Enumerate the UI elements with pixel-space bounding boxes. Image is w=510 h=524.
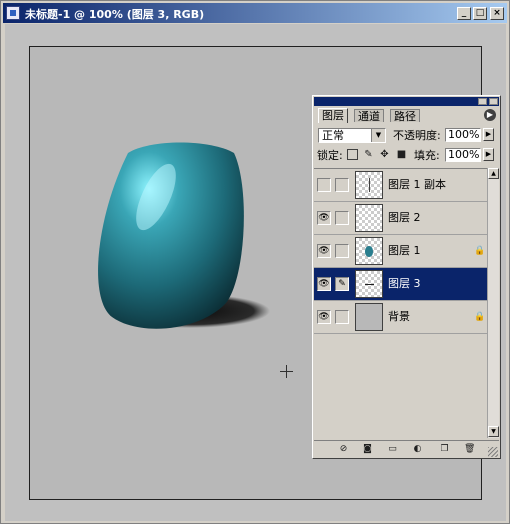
layers-panel: 图层 通道 路径 ▶ 正常 ▼ 不透明度: 100% ▶ 锁定: ✎ ✥ ■ 填… xyxy=(312,95,501,459)
lock-fill-row: 锁定: ✎ ✥ ■ 填充: 100% ▶ xyxy=(314,146,499,165)
new-layer-icon[interactable]: ❐ xyxy=(439,444,450,455)
close-button[interactable]: × xyxy=(490,7,504,20)
blend-opacity-row: 正常 ▼ 不透明度: 100% ▶ xyxy=(314,126,499,145)
opacity-label: 不透明度: xyxy=(393,129,441,142)
mask-icon[interactable]: ◙ xyxy=(362,444,373,455)
eye-icon[interactable]: 👁 xyxy=(317,277,331,291)
window-titlebar[interactable]: 未标题-1 @ 100% (图层 3, RGB) _ □ × xyxy=(3,3,507,23)
lock-label: 锁定: xyxy=(317,149,343,162)
layer-style-icon[interactable]: ⊘ xyxy=(338,444,349,455)
lock-all-icon[interactable]: ■ xyxy=(396,149,407,160)
layer-row[interactable]: 👁 图层 2 xyxy=(314,202,487,235)
layer-row[interactable]: 👁 ✎ 图层 3 xyxy=(314,268,487,301)
panel-bottom-bar: ⊘ ◙ ▭ ◐ ❐ 🗑 xyxy=(314,440,499,458)
link-toggle[interactable] xyxy=(335,310,349,324)
adjustment-layer-icon[interactable]: ◐ xyxy=(412,444,423,455)
link-toggle[interactable] xyxy=(335,211,349,225)
folder-icon[interactable]: ▭ xyxy=(387,444,398,455)
document-icon xyxy=(6,6,20,20)
lock-icon: 🔒 xyxy=(474,246,486,256)
trash-icon[interactable]: 🗑 xyxy=(464,444,475,455)
lock-transparency-icon[interactable] xyxy=(347,149,358,160)
lock-icon: 🔒 xyxy=(474,312,486,322)
layer-row[interactable]: 👁 背景 🔒 xyxy=(314,301,487,334)
panel-tabs: 图层 通道 路径 ▶ xyxy=(314,107,499,123)
document-window: 未标题-1 @ 100% (图层 3, RGB) _ □ × 图层 通道 路径 … xyxy=(0,0,510,524)
scroll-down-arrow[interactable]: ▼ xyxy=(488,426,499,437)
layer-thumbnail xyxy=(355,270,383,298)
minimize-button[interactable]: _ xyxy=(457,7,471,20)
lock-brush-icon[interactable]: ✎ xyxy=(363,149,374,160)
panel-menu-icon[interactable]: ▶ xyxy=(484,109,496,121)
layer-thumbnail xyxy=(355,237,383,265)
eye-icon[interactable]: 👁 xyxy=(317,310,331,324)
panel-close-button[interactable] xyxy=(489,98,498,105)
layer-thumbnail xyxy=(355,303,383,331)
layer-name: 背景 xyxy=(388,310,410,323)
layer-row[interactable]: 图层 1 副本 xyxy=(314,169,487,202)
link-toggle[interactable] xyxy=(335,178,349,192)
window-title: 未标题-1 @ 100% (图层 3, RGB) xyxy=(25,8,205,21)
crosshair-cursor xyxy=(280,365,293,378)
layer-name: 图层 2 xyxy=(388,211,421,224)
layer-thumbnail xyxy=(355,204,383,232)
blend-mode-value: 正常 xyxy=(322,129,344,142)
layer-thumbnail xyxy=(355,171,383,199)
brush-icon[interactable]: ✎ xyxy=(335,277,349,291)
fill-slider-button[interactable]: ▶ xyxy=(483,148,494,161)
link-toggle[interactable] xyxy=(335,244,349,258)
visibility-toggle[interactable] xyxy=(317,178,331,192)
maximize-button[interactable]: □ xyxy=(473,7,487,20)
layer-row[interactable]: 👁 图层 1 🔒 xyxy=(314,235,487,268)
tab-layers[interactable]: 图层 xyxy=(318,108,348,123)
panel-titlebar[interactable] xyxy=(314,97,499,106)
scroll-up-arrow[interactable]: ▲ xyxy=(488,168,499,179)
tab-paths[interactable]: 路径 xyxy=(390,109,420,123)
layer-name: 图层 1 xyxy=(388,244,421,257)
panel-minimize-button[interactable] xyxy=(478,98,487,105)
resize-grip[interactable] xyxy=(488,447,498,457)
layer-name: 图层 1 副本 xyxy=(388,178,446,191)
layers-scrollbar[interactable]: ▲ ▼ xyxy=(487,168,499,438)
fill-field[interactable]: 100% xyxy=(445,148,481,162)
layers-list: 图层 1 副本 👁 图层 2 👁 图层 1 🔒 👁 ✎ 图层 3 👁 背景 🔒 xyxy=(314,168,487,439)
opacity-slider-button[interactable]: ▶ xyxy=(483,128,494,141)
chevron-down-icon: ▼ xyxy=(371,129,385,142)
opacity-field[interactable]: 100% xyxy=(445,128,481,142)
eye-icon[interactable]: 👁 xyxy=(317,244,331,258)
layer-name: 图层 3 xyxy=(388,277,421,290)
fill-label: 填充: xyxy=(414,149,440,162)
blend-mode-select[interactable]: 正常 ▼ xyxy=(318,128,386,143)
lock-move-icon[interactable]: ✥ xyxy=(379,149,390,160)
eye-icon[interactable]: 👁 xyxy=(317,211,331,225)
tab-channels[interactable]: 通道 xyxy=(354,109,384,123)
